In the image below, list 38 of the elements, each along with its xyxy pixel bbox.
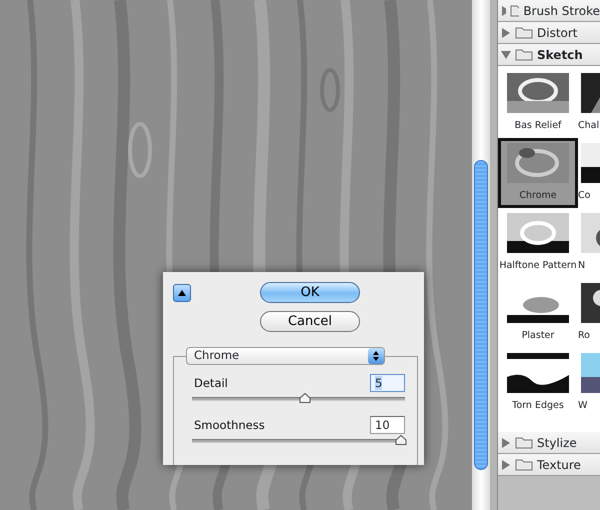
disclosure-triangle-icon[interactable] bbox=[501, 438, 511, 448]
folder-icon bbox=[515, 458, 533, 471]
up-triangle-icon bbox=[178, 290, 186, 296]
value-field[interactable]: 5 bbox=[370, 374, 405, 392]
folder-icon bbox=[515, 436, 533, 449]
filter-thumbnail[interactable]: Torn Edges bbox=[498, 348, 578, 418]
filter-category[interactable]: Texture bbox=[498, 454, 600, 476]
filter-thumbnail[interactable]: Chal bbox=[578, 68, 600, 138]
filter-thumbnail[interactable]: Halftone Pattern bbox=[498, 208, 578, 278]
folder-icon bbox=[515, 48, 533, 61]
ok-button[interactable]: OK bbox=[260, 282, 360, 303]
filter-thumbnail[interactable]: N bbox=[578, 208, 600, 278]
filter-category[interactable]: Brush Stroke bbox=[498, 0, 600, 22]
scrollbar[interactable] bbox=[472, 0, 490, 510]
filter-thumbnail[interactable]: Plaster bbox=[498, 278, 578, 348]
slider-label: Detail bbox=[194, 374, 228, 392]
collapse-button[interactable] bbox=[173, 284, 191, 302]
slider-thumb[interactable] bbox=[299, 393, 310, 403]
disclosure-triangle-icon[interactable] bbox=[501, 50, 511, 60]
disclosure-triangle-icon[interactable] bbox=[501, 460, 511, 470]
filter-category[interactable]: Sketch bbox=[498, 44, 600, 66]
stepper-icon bbox=[373, 351, 379, 361]
filter-category[interactable]: Distort bbox=[498, 22, 600, 44]
filter-thumbnail[interactable]: Co bbox=[578, 138, 600, 208]
value-field[interactable]: 10 bbox=[370, 416, 405, 434]
filter-category[interactable]: Stylize bbox=[498, 432, 600, 454]
filter-dropdown[interactable]: Chrome bbox=[186, 347, 385, 365]
filter-thumbnail[interactable]: Ro bbox=[578, 278, 600, 348]
filter-thumbnail[interactable]: Chrome bbox=[498, 138, 578, 208]
cancel-button[interactable]: Cancel bbox=[260, 311, 360, 332]
disclosure-triangle-icon[interactable] bbox=[501, 6, 506, 16]
disclosure-triangle-icon[interactable] bbox=[501, 28, 511, 38]
filter-thumbnail[interactable]: W bbox=[578, 348, 600, 418]
slider-label: Smoothness bbox=[194, 416, 265, 434]
filter-thumbnail[interactable]: Bas Relief bbox=[498, 68, 578, 138]
folder-icon bbox=[515, 26, 533, 39]
folder-icon bbox=[510, 4, 520, 17]
scrollbar-thumb[interactable] bbox=[474, 160, 488, 470]
